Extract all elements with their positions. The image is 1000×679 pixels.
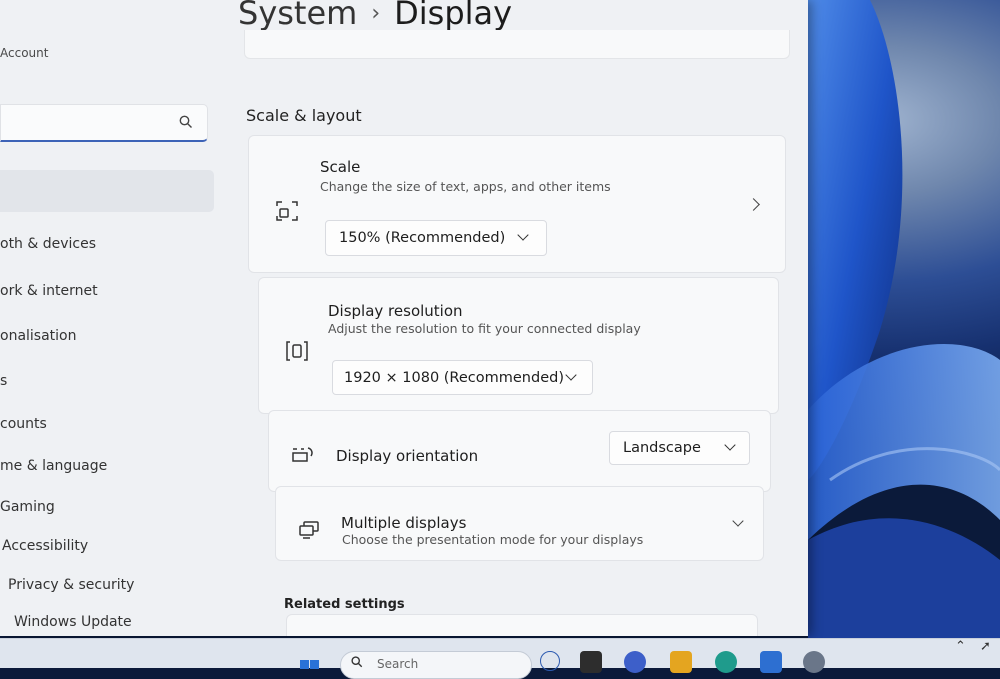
search-input[interactable]: [7, 105, 171, 137]
settings-search-box[interactable]: [0, 104, 208, 142]
page-title: Display: [394, 0, 513, 32]
display-resolution-subtitle: Adjust the resolution to fit your connec…: [328, 321, 641, 336]
settings-sidebar: Account oth & devices ork & internet ona…: [0, 0, 225, 636]
orientation-dropdown[interactable]: Landscape: [609, 431, 750, 465]
scale-dropdown[interactable]: 150% (Recommended): [325, 220, 547, 256]
related-settings-card[interactable]: [286, 614, 758, 636]
search-icon[interactable]: [179, 115, 193, 133]
sidebar-item-network-internet[interactable]: ork & internet: [0, 283, 98, 299]
display-resolution-title: Display resolution: [328, 302, 463, 320]
settings-window: Account oth & devices ork & internet ona…: [0, 0, 808, 636]
resolution-dropdown-value: 1920 × 1080 (Recommended): [344, 370, 564, 386]
display-orientation-card: Display orientation Landscape: [268, 410, 771, 492]
scale-dropdown-value: 150% (Recommended): [339, 230, 506, 246]
chevron-down-icon: [517, 229, 529, 241]
file-explorer-icon[interactable]: [670, 651, 692, 673]
chevron-down-icon[interactable]: [732, 515, 744, 527]
copilot-icon[interactable]: [540, 651, 560, 671]
location-icon: ➚: [980, 639, 991, 654]
sidebar-item-privacy-security[interactable]: Privacy & security: [8, 577, 134, 593]
resolution-dropdown[interactable]: 1920 × 1080 (Recommended): [332, 360, 593, 395]
sidebar-item-gaming[interactable]: Gaming: [0, 499, 55, 515]
search-icon: [351, 656, 363, 671]
multiple-displays-title: Multiple displays: [341, 514, 467, 532]
taskbar: Search ⌃ ➚: [0, 638, 1000, 679]
multiple-displays-card[interactable]: Multiple displays Choose the presentatio…: [275, 486, 764, 561]
display-resolution-card: Display resolution Adjust the resolution…: [258, 277, 779, 414]
section-heading-scale-layout: Scale & layout: [246, 106, 362, 125]
account-label: Account: [0, 46, 49, 60]
chevron-down-icon: [724, 439, 736, 451]
sidebar-item-personalisation[interactable]: onalisation: [0, 328, 77, 344]
store-icon[interactable]: [760, 651, 782, 673]
settings-gear-icon[interactable]: [803, 651, 825, 673]
display-orientation-title: Display orientation: [336, 447, 479, 465]
scale-card[interactable]: Scale Change the size of text, apps, and…: [248, 135, 786, 273]
chevron-up-icon[interactable]: ⌃: [955, 639, 966, 654]
sidebar-item-accessibility[interactable]: Accessibility: [2, 538, 88, 554]
taskbar-search-label: Search: [377, 657, 419, 671]
sidebar-item-apps[interactable]: s: [0, 373, 7, 389]
sidebar-item-bluetooth-devices[interactable]: oth & devices: [0, 236, 96, 252]
sidebar-item-windows-update[interactable]: Windows Update: [14, 614, 132, 630]
breadcrumb-separator: ›: [371, 1, 381, 26]
taskbar-search[interactable]: Search: [340, 651, 532, 679]
related-settings-heading: Related settings: [284, 597, 405, 612]
scale-subtitle: Change the size of text, apps, and other…: [320, 179, 611, 194]
sidebar-item-accounts[interactable]: counts: [0, 416, 47, 432]
chevron-down-icon: [565, 369, 577, 381]
sidebar-item-system-selected[interactable]: [0, 170, 214, 212]
breadcrumb: System › Display: [238, 0, 512, 32]
multiple-displays-icon: [298, 520, 322, 544]
orientation-icon: [291, 445, 315, 469]
multiple-displays-subtitle: Choose the presentation mode for your di…: [342, 532, 644, 547]
chevron-right-icon[interactable]: [747, 198, 760, 211]
orientation-dropdown-value: Landscape: [623, 440, 701, 456]
breadcrumb-system[interactable]: System: [238, 0, 357, 32]
scale-icon: [275, 200, 299, 226]
edge-icon[interactable]: [715, 651, 737, 673]
sidebar-item-time-language[interactable]: me & language: [0, 458, 107, 474]
teams-icon[interactable]: [624, 651, 646, 673]
previous-settings-card[interactable]: [244, 30, 790, 59]
task-view-icon[interactable]: [580, 651, 602, 673]
resolution-icon: [285, 340, 309, 366]
scale-title: Scale: [320, 158, 361, 176]
